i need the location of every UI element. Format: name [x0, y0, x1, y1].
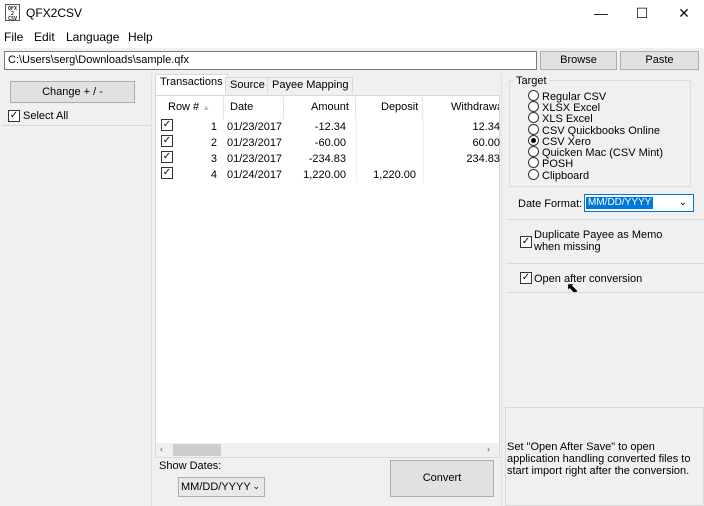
menu-language[interactable]: Language	[66, 30, 119, 44]
cell-withdrawal: 12.34	[472, 121, 500, 133]
select-all-checkbox[interactable]: ✓	[8, 110, 20, 122]
show-dates-select[interactable]: MM/DD/YYYY ⌄	[178, 477, 265, 497]
open-after-conversion-label: Open after conversion	[534, 273, 643, 285]
radio-csv-xero[interactable]	[528, 135, 539, 146]
row-checkbox[interactable]: ✓	[161, 135, 173, 147]
minimize-icon[interactable]: —	[578, 0, 624, 26]
cell-date: 01/23/2017	[227, 153, 283, 165]
show-dates-label: Show Dates:	[159, 460, 222, 472]
app-icon: QFX 2 CSV	[5, 4, 20, 22]
cell-amount: 1,220.00	[303, 169, 346, 181]
radio-label: XLS Excel	[542, 113, 593, 125]
tab-payee-mapping[interactable]: Payee Mapping	[267, 77, 354, 94]
column-header-row[interactable]: Row # ▲	[168, 99, 210, 117]
menu-file[interactable]: File	[4, 30, 23, 44]
cell-amount: -12.34	[314, 121, 346, 133]
radio-csv-quickbooks-online[interactable]	[528, 124, 539, 135]
row-checkbox[interactable]: ✓	[161, 119, 173, 131]
cell-withdrawal: 60.00	[472, 137, 500, 149]
cell-amount: -60.00	[314, 137, 346, 149]
change-sign-button[interactable]: Change + / -	[10, 81, 135, 103]
row-checkbox[interactable]: ✓	[161, 151, 173, 163]
cell-withdrawal: 234.83	[466, 153, 500, 165]
sort-up-icon: ▲	[202, 103, 211, 112]
column-separator[interactable]	[422, 97, 423, 119]
cell-row-number: 3	[210, 153, 217, 165]
row-checkbox[interactable]: ✓	[161, 167, 173, 179]
cell-date: 01/23/2017	[227, 121, 283, 133]
radio-label: POSH	[542, 158, 574, 170]
open-after-conversion-checkbox[interactable]: ✓	[520, 272, 532, 284]
grid-line	[356, 117, 357, 183]
divider	[2, 125, 152, 126]
cell-deposit	[360, 120, 416, 136]
radio-xlsx-excel[interactable]	[528, 101, 539, 112]
date-format-label: Date Format:	[518, 198, 583, 210]
cell-amount: -234.83	[308, 153, 346, 165]
close-icon[interactable]: ✕	[661, 0, 704, 26]
cell-row-number: 1	[210, 121, 217, 133]
radio-xls-excel[interactable]	[528, 112, 539, 123]
radio-clipboard[interactable]	[528, 169, 539, 180]
cell-withdrawal	[430, 168, 500, 184]
file-path-input[interactable]: C:\Users\serg\Downloads\sample.qfx	[4, 51, 537, 70]
column-separator[interactable]	[283, 97, 284, 119]
divider	[506, 292, 704, 293]
column-header-amount[interactable]: Amount	[311, 99, 349, 117]
duplicate-payee-checkbox[interactable]: ✓	[520, 236, 532, 248]
mouse-cursor-icon: ⬉	[566, 280, 579, 297]
window-title: QFX2CSV	[26, 6, 83, 20]
scroll-right-icon[interactable]: ›	[487, 444, 490, 454]
chevron-down-icon: ⌄	[678, 197, 687, 208]
radio-posh[interactable]	[528, 157, 539, 168]
panel-splitter[interactable]	[501, 73, 504, 506]
cell-date: 01/23/2017	[227, 137, 283, 149]
chevron-down-icon: ⌄	[252, 481, 260, 491]
divider	[506, 219, 704, 220]
radio-quicken-mac[interactable]	[528, 146, 539, 157]
divider	[506, 263, 704, 264]
column-separator[interactable]	[355, 97, 356, 119]
convert-button[interactable]: Convert	[390, 460, 494, 497]
paste-button[interactable]: Paste	[620, 51, 699, 70]
help-text: Set "Open After Save" to open applicatio…	[507, 441, 691, 477]
cell-row-number: 2	[210, 137, 217, 149]
date-format-value: MM/DD/YYYY	[586, 197, 654, 209]
browse-button[interactable]: Browse	[540, 51, 617, 70]
left-splitter[interactable]	[151, 73, 153, 506]
scroll-left-icon[interactable]: ‹	[160, 444, 163, 454]
tab-source[interactable]: Source	[225, 77, 270, 94]
column-header-date[interactable]: Date	[230, 99, 253, 117]
radio-selected-dot	[531, 138, 536, 143]
show-dates-value: MM/DD/YYYY	[181, 481, 251, 493]
cell-date: 01/24/2017	[227, 169, 283, 181]
cell-deposit: 1,220.00	[373, 169, 416, 181]
cell-deposit	[360, 152, 416, 168]
target-label: Target	[514, 75, 549, 87]
maximize-icon[interactable]: ☐	[619, 0, 665, 26]
select-all-label: Select All	[23, 110, 69, 122]
tab-transactions[interactable]: Transactions	[155, 74, 228, 95]
menu-edit[interactable]: Edit	[34, 30, 55, 44]
scrollbar-thumb[interactable]	[173, 444, 221, 456]
cell-deposit	[360, 136, 416, 152]
column-separator[interactable]	[223, 97, 224, 119]
radio-regular-csv[interactable]	[528, 90, 539, 101]
column-header-deposit[interactable]: Deposit	[381, 99, 418, 117]
column-header-withdrawal[interactable]: Withdrawa	[451, 99, 499, 117]
grid-line	[423, 117, 424, 183]
cell-row-number: 4	[210, 169, 217, 181]
menu-help[interactable]: Help	[128, 30, 153, 44]
duplicate-payee-label: Duplicate Payee as Memo when missing	[534, 229, 663, 253]
radio-label: Clipboard	[542, 170, 590, 182]
